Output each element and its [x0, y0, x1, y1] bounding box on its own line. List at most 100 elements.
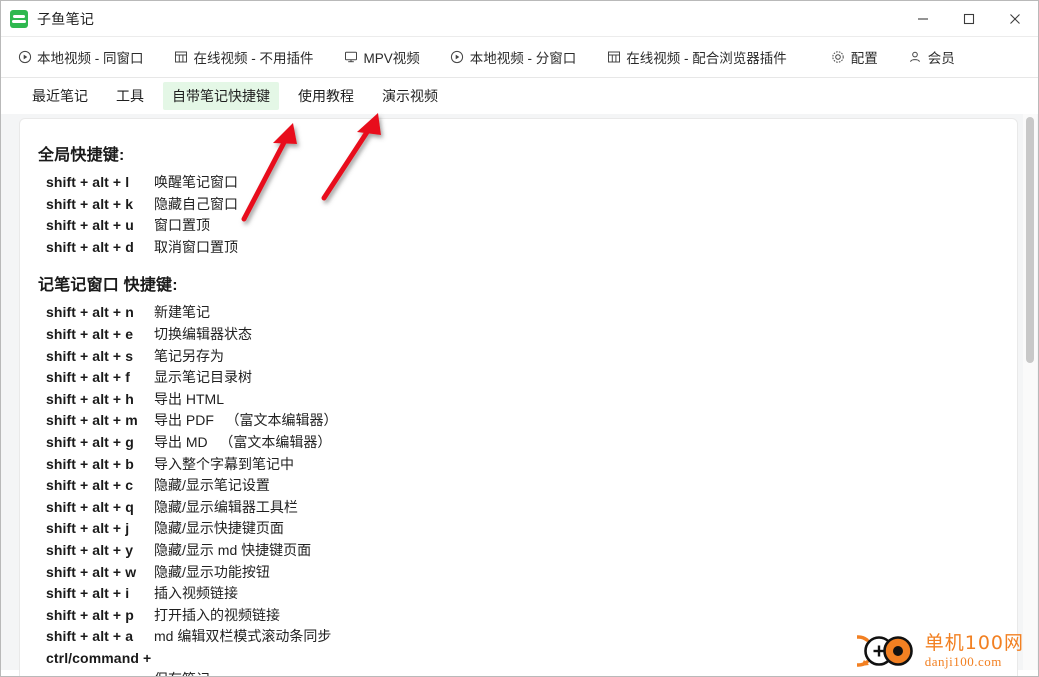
shortcut-row: shift + alt + k 隐藏自己窗口 [38, 194, 1017, 216]
watermark-logo-icon [856, 635, 913, 667]
shortcut-row: shift + alt + i 插入视频链接 [38, 583, 1017, 605]
shortcut-description: 隐藏自己窗口 [154, 195, 238, 212]
grid-window-icon [174, 50, 189, 65]
shortcut-description: 导出 MD （富文本编辑器） [154, 433, 332, 450]
toolbar-item-online-video-no-plugin[interactable]: 在线视频 - 不用插件 [168, 44, 320, 70]
minimize-icon [917, 13, 929, 25]
window-controls [900, 1, 1038, 36]
toolbar-item-label: 本地视频 - 同窗口 [37, 51, 144, 66]
shortcut-row: shift + alt + p 打开插入的视频链接 [38, 605, 1017, 627]
toolbar-item-label: 在线视频 - 配合浏览器插件 [626, 51, 787, 66]
shortcut-description: 显示笔记目录树 [154, 369, 252, 386]
tab-usage-tutorial[interactable]: 使用教程 [289, 82, 363, 110]
shortcut-row: shift + alt + d 取消窗口置顶 [38, 237, 1017, 259]
shortcut-description: 笔记另存为 [154, 347, 224, 364]
shortcut-description: 切换编辑器状态 [154, 325, 252, 342]
monitor-icon [344, 50, 359, 65]
shortcut-description: md 编辑双栏模式滚动条同步 [154, 628, 332, 645]
user-icon [908, 50, 923, 65]
tab-demo-video[interactable]: 演示视频 [373, 82, 447, 110]
shortcut-row: shift + alt + c 隐藏/显示笔记设置 [38, 475, 1017, 497]
shortcut-description: 导出 HTML [154, 390, 224, 407]
shortcut-key: shift + alt + p [46, 606, 134, 623]
toolbar-item-mpv-video[interactable]: MPV视频 [338, 44, 426, 70]
toolbar-item-label: 在线视频 - 不用插件 [193, 51, 314, 66]
shortcut-row: shift + alt + b 导入整个字幕到笔记中 [38, 454, 1017, 476]
maximize-button[interactable] [946, 1, 992, 36]
toolbar-item-label: MPV视频 [363, 51, 420, 66]
watermark-domain: danji100.com [924, 654, 1002, 669]
shortcut-key: shift + alt + q [46, 498, 134, 515]
shortcut-key: shift + alt + e [46, 325, 134, 342]
shortcut-key: shift + alt + m [46, 412, 138, 429]
grid-window-icon [606, 50, 621, 65]
shortcut-description: 隐藏/显示 md 快捷键页面 [154, 541, 312, 558]
shortcut-key: shift + alt + b [46, 455, 134, 472]
shortcut-description: 新建笔记 [154, 304, 210, 321]
watermark-site-name: 单机100网 [924, 632, 1024, 654]
shortcut-key: shift + alt + n [46, 304, 134, 321]
toolbar-item-local-video-split-window[interactable]: 本地视频 - 分窗口 [444, 44, 583, 70]
shortcut-key: shift + alt + w [46, 563, 137, 580]
shortcut-row: shift + alt + s 笔记另存为 [38, 346, 1017, 368]
shortcut-row: shift + alt + l 唤醒笔记窗口 [38, 172, 1017, 194]
minimize-button[interactable] [900, 1, 946, 36]
toolbar-item-online-video-with-browser-plugin[interactable]: 在线视频 - 配合浏览器插件 [600, 44, 793, 70]
shortcut-key: shift + alt + l [46, 174, 130, 190]
shortcut-description: 隐藏/显示快捷键页面 [154, 520, 284, 537]
toolbar-item-membership[interactable]: 会员 [902, 44, 961, 70]
shortcut-key: shift + alt + j [46, 520, 130, 537]
toolbar-item-label: 本地视频 - 分窗口 [469, 51, 577, 66]
vertical-scrollbar[interactable] [1023, 114, 1037, 670]
shortcut-description: 窗口置顶 [154, 217, 210, 234]
shortcut-key: shift + alt + d [46, 238, 134, 255]
content-region: 全局快捷键: shift + alt + l 唤醒笔记窗口 shift + al… [1, 114, 1038, 676]
toolbar-item-label: 会员 [927, 51, 955, 66]
shortcut-key: shift + alt + h [46, 390, 134, 407]
tab-builtin-note-shortcuts[interactable]: 自带笔记快捷键 [163, 82, 279, 110]
gear-icon [831, 50, 846, 65]
shortcut-description: 导入整个字幕到笔记中 [154, 455, 294, 472]
shortcut-description: 导出 PDF （富文本编辑器） [154, 412, 338, 429]
main-toolbar: 本地视频 - 同窗口 在线视频 - 不用插件 MPV视频 本地视频 - 分窗口 [1, 37, 1038, 78]
shortcut-description: 打开插入的视频链接 [154, 606, 280, 623]
shortcut-row: shift + alt + q 隐藏/显示编辑器工具栏 [38, 497, 1017, 519]
title-bar: 子鱼笔记 [1, 1, 1038, 37]
shortcut-row: shift + alt + j 隐藏/显示快捷键页面 [38, 518, 1017, 540]
shortcut-description: 隐藏/显示笔记设置 [154, 477, 270, 494]
toolbar-item-settings[interactable]: 配置 [825, 44, 884, 70]
shortcut-key: shift + alt + a [46, 628, 134, 645]
scrollbar-thumb[interactable] [1026, 117, 1034, 363]
tab-recent-notes[interactable]: 最近笔记 [23, 82, 97, 110]
watermark: 单机100网 danji100.com [856, 632, 1024, 670]
close-button[interactable] [992, 1, 1038, 36]
shortcut-row: shift + alt + g 导出 MD （富文本编辑器） [38, 432, 1017, 454]
shortcut-description: 取消窗口置顶 [154, 238, 238, 255]
shortcut-row: shift + alt + m 导出 PDF （富文本编辑器） [38, 410, 1017, 432]
shortcut-key: shift + alt + k [46, 195, 134, 212]
shortcut-key: shift + alt + c [46, 477, 134, 494]
section-title-note-window-shortcuts: 记笔记窗口 快捷键: [38, 277, 178, 295]
tab-bar: 最近笔记 工具 自带笔记快捷键 使用教程 演示视频 [1, 78, 1038, 114]
shortcut-row: shift + alt + e 切换编辑器状态 [38, 324, 1017, 346]
shortcut-row: shift + alt + h 导出 HTML [38, 389, 1017, 411]
close-icon [1009, 13, 1021, 25]
app-window: 子鱼笔记 本地视频 - 同窗口 在线视频 - 不用插件 MPV视频 本地视频 -… [0, 0, 1039, 677]
shortcut-description: 保存笔记 [154, 669, 210, 676]
shortcut-row: shift + alt + u 窗口置顶 [38, 215, 1017, 237]
play-circle-icon [450, 50, 465, 65]
toolbar-item-local-video-same-window[interactable]: 本地视频 - 同窗口 [11, 44, 150, 70]
shortcut-description: 唤醒笔记窗口 [154, 174, 238, 190]
shortcut-description: 隐藏/显示功能按钮 [154, 563, 270, 580]
shortcut-key: shift + alt + f [46, 369, 130, 386]
shortcut-key: shift + alt + i [46, 585, 130, 602]
shortcut-row: shift + alt + y 隐藏/显示 md 快捷键页面 [38, 540, 1017, 562]
shortcut-key: shift + alt + s [46, 347, 134, 364]
shortcut-key: shift + alt + u [46, 217, 134, 234]
shortcut-row: shift + alt + w 隐藏/显示功能按钮 [38, 562, 1017, 584]
shortcut-key: ctrl/command + s [46, 649, 152, 676]
shortcut-key: shift + alt + y [46, 541, 134, 558]
shortcut-row: shift + alt + n 新建笔记 [38, 302, 1017, 324]
tab-tools[interactable]: 工具 [107, 82, 153, 110]
shortcut-key: shift + alt + g [46, 433, 134, 450]
